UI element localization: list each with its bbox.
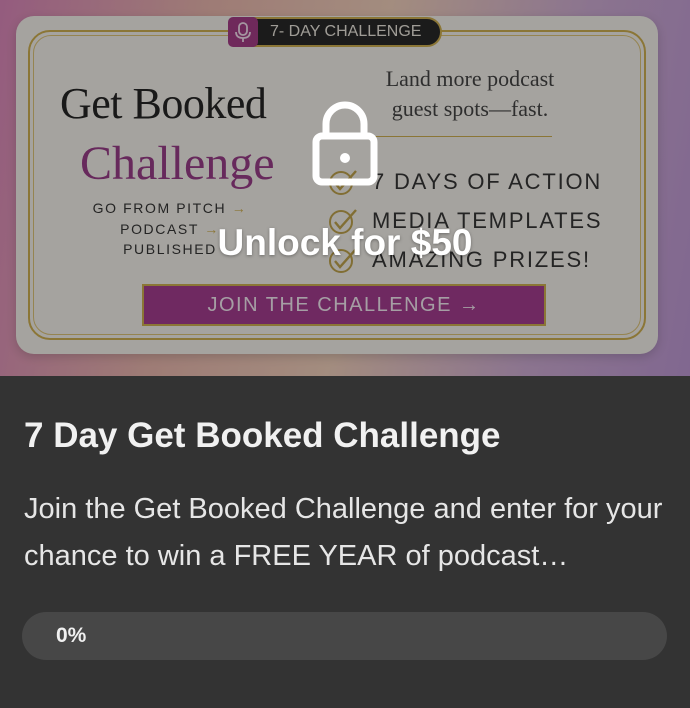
locked-overlay[interactable]: [0, 0, 690, 376]
course-thumbnail[interactable]: 7- DAY CHALLENGE Get Booked Challenge GO…: [0, 0, 690, 376]
course-description: Join the Get Booked Challenge and enter …: [24, 493, 663, 572]
lock-icon: [312, 101, 378, 186]
course-card[interactable]: 7- DAY CHALLENGE Get Booked Challenge GO…: [0, 0, 690, 708]
progress-bar: 0%: [22, 612, 667, 660]
course-title[interactable]: 7 Day Get Booked Challenge: [24, 416, 501, 456]
unlock-price-label[interactable]: Unlock for $50: [0, 222, 690, 264]
progress-label: 0%: [56, 624, 87, 647]
